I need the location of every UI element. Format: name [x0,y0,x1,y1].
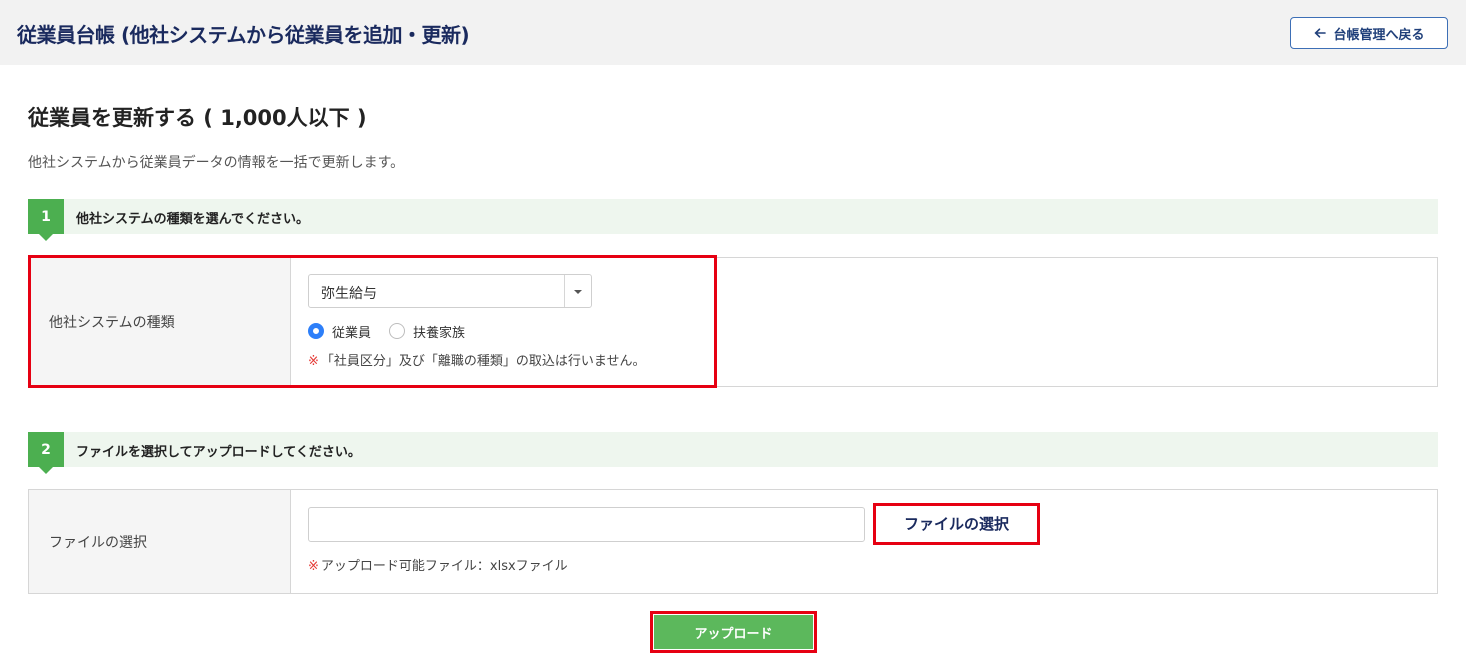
section-description: 他社システムから従業員データの情報を一括で更新します。 [28,155,405,171]
section-title: 従業員を更新する ( 1,000人以下 ) [28,106,367,130]
system-type-note-text: 「社員区分」及び「離職の種類」の取込は行いません。 [320,354,646,369]
page-header: 従業員台帳 (他社システムから従業員を追加・更新) 台帳管理へ戻る [0,0,1466,65]
note-mark: ※ [308,559,319,574]
step-1-label: 他社システムの種類を選んでください。 [76,212,309,227]
chevron-down-icon [574,290,582,294]
radio-checked-icon [308,323,324,339]
step-1-header: 1 他社システムの種類を選んでください。 [28,199,1438,241]
step-1-badge: 1 [28,199,64,241]
system-type-select-value: 弥生給与 [321,286,377,302]
target-radio-group: 従業員 扶養家族 [308,321,483,341]
radio-employee[interactable]: 従業員 [308,322,371,341]
step-2-header: 2 ファイルを選択してアップロードしてください。 [28,432,1438,474]
system-type-row: 他社システムの種類 [28,257,1438,387]
select-divider [564,275,565,307]
file-path-input[interactable] [308,507,865,542]
back-to-ledger-button[interactable]: 台帳管理へ戻る [1290,17,1448,49]
radio-employee-label: 従業員 [332,325,372,341]
system-type-select[interactable]: 弥生給与 [308,274,592,308]
radio-unchecked-icon [389,323,406,339]
choose-file-button[interactable]: ファイルの選択 [878,507,1035,540]
file-select-label: ファイルの選択 [29,490,291,593]
radio-dependents[interactable]: 扶養家族 [389,322,465,341]
back-button-label: 台帳管理へ戻る [1333,27,1425,43]
file-type-note: ※ アップロード可能ファイル：xlsxファイル [308,555,568,574]
step-2-label: ファイルを選択してアップロードしてください。 [76,445,361,460]
system-type-label: 他社システムの種類 [29,258,291,386]
note-mark: ※ [308,354,319,369]
arrow-left-icon [1314,28,1327,38]
system-type-note: ※ 「社員区分」及び「離職の種類」の取込は行いません。 [308,350,646,369]
radio-dependents-label: 扶養家族 [413,325,466,341]
file-type-note-text: アップロード可能ファイル：xlsxファイル [320,559,568,574]
page-title: 従業員台帳 (他社システムから従業員を追加・更新) [17,23,470,47]
step-2-badge: 2 [28,432,64,474]
upload-button[interactable]: アップロード [654,615,813,649]
